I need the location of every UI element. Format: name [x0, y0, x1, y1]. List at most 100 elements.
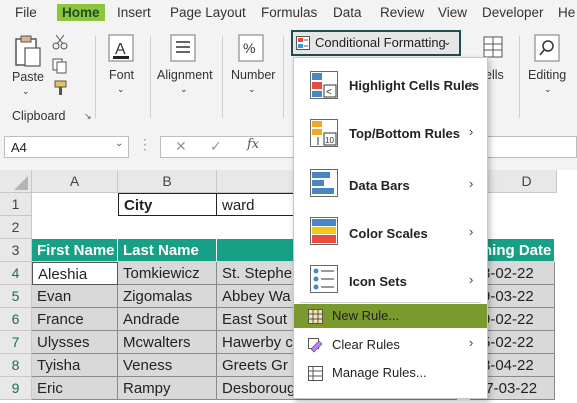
conditional-formatting-label: Conditional Formatting [315, 35, 446, 50]
eraser-icon [308, 338, 323, 353]
row-header-2[interactable]: 2 [0, 216, 32, 239]
name-box[interactable]: A4 [4, 136, 129, 158]
number-format-icon[interactable]: % [238, 34, 264, 62]
menu-item-label: New Rule... [332, 308, 400, 323]
select-all-corner[interactable] [0, 170, 32, 193]
paste-label[interactable]: Paste [12, 70, 44, 84]
cut-icon[interactable] [52, 34, 68, 50]
tab-file[interactable]: File [15, 5, 37, 20]
conditional-formatting-icon [296, 35, 310, 50]
svg-text:<: < [326, 87, 332, 98]
menu-bar: File Home Insert Page Layout Formulas Da… [0, 0, 577, 28]
paste-dropdown-icon[interactable]: ⌄ [22, 86, 30, 97]
menu-item-color-scales[interactable]: Color Scales › [294, 210, 487, 254]
tab-formulas[interactable]: Formulas [261, 5, 317, 20]
svg-text:%: % [243, 40, 255, 56]
row-header-8[interactable]: 8 [0, 354, 32, 377]
formula-bar-grip-icon[interactable]: ⋮ [138, 136, 152, 153]
tab-home[interactable]: Home [57, 4, 105, 21]
number-dropdown-icon[interactable]: ⌄ [248, 84, 256, 95]
tab-insert[interactable]: Insert [117, 5, 151, 20]
row-header-1[interactable]: 1 [0, 193, 32, 216]
editing-dropdown-icon[interactable]: ⌄ [544, 84, 552, 95]
cell-a3[interactable]: First Name [32, 239, 118, 262]
menu-item-label: Icon Sets [349, 274, 407, 289]
font-dropdown-icon[interactable]: ⌄ [117, 84, 125, 95]
row-header-6[interactable]: 6 [0, 308, 32, 331]
menu-item-label: Clear Rules [332, 337, 400, 352]
conditional-formatting-button[interactable]: Conditional Formatting ⌄ [291, 30, 461, 56]
data-bars-icon [310, 169, 338, 197]
cell-a7[interactable]: Ulysses [32, 331, 118, 354]
highlight-cells-icon: < [310, 71, 338, 99]
menu-item-label: Color Scales [349, 226, 428, 241]
alignment-dropdown-icon[interactable]: ⌄ [180, 84, 188, 95]
cancel-icon[interactable]: ✕ [175, 138, 187, 155]
number-group-label[interactable]: Number [231, 68, 275, 82]
menu-item-label: Top/Bottom Rules [349, 126, 460, 141]
font-icon[interactable]: A [108, 34, 134, 62]
submenu-arrow-icon: › [469, 335, 474, 350]
cell-b3[interactable]: Last Name [118, 239, 217, 262]
cell-a8[interactable]: Tyisha [32, 354, 118, 377]
manage-rules-icon [308, 366, 323, 381]
conditional-formatting-menu: < Highlight Cells Rules › 10 Top/Bottom … [293, 57, 488, 399]
tab-review[interactable]: Review [380, 5, 424, 20]
clipboard-launcher-icon[interactable]: ↘ [84, 111, 92, 122]
cell-b7[interactable]: Mcwalters [118, 331, 217, 354]
name-box-dropdown-icon[interactable]: ⌄ [115, 138, 123, 149]
tab-view[interactable]: View [438, 5, 467, 20]
cell-a6[interactable]: France [32, 308, 118, 331]
fx-icon[interactable]: fx [247, 137, 259, 152]
cell-b5[interactable]: Zigomalas [118, 285, 217, 308]
menu-item-data-bars[interactable]: Data Bars › [294, 162, 487, 206]
color-scales-icon [310, 217, 338, 245]
font-group-label[interactable]: Font [109, 68, 134, 82]
menu-item-top-bottom-rules[interactable]: 10 Top/Bottom Rules › [294, 112, 487, 156]
cell-b6[interactable]: Andrade [118, 308, 217, 331]
chevron-down-icon: ⌄ [443, 37, 452, 48]
menu-item-manage-rules[interactable]: Manage Rules... [294, 361, 487, 385]
column-header-b[interactable]: B [118, 170, 217, 193]
row-header-4[interactable]: 4 [0, 262, 32, 285]
cell-b9[interactable]: Rampy [118, 377, 217, 400]
menu-item-label: Highlight Cells Rules [349, 78, 480, 93]
row-header-3[interactable]: 3 [0, 239, 32, 262]
tab-help[interactable]: He [558, 5, 575, 20]
menu-item-clear-rules[interactable]: Clear Rules › [294, 333, 487, 357]
menu-item-highlight-cells-rules[interactable]: < Highlight Cells Rules › [294, 64, 487, 108]
row-header-5[interactable]: 5 [0, 285, 32, 308]
cell-b8[interactable]: Veness [118, 354, 217, 377]
row-header-9[interactable]: 9 [0, 377, 32, 400]
row-header-7[interactable]: 7 [0, 331, 32, 354]
cell-a5[interactable]: Evan [32, 285, 118, 308]
cell-b4[interactable]: Tomkiewicz [118, 262, 217, 285]
svg-text:10: 10 [325, 136, 334, 145]
format-painter-icon[interactable] [52, 80, 68, 96]
submenu-arrow-icon: › [469, 124, 474, 139]
icon-sets-icon [310, 265, 338, 293]
cell-a4[interactable]: Aleshia [32, 262, 118, 285]
tab-page-layout[interactable]: Page Layout [170, 5, 246, 20]
copy-icon[interactable] [52, 58, 68, 74]
search-icon[interactable] [534, 34, 560, 62]
tab-developer[interactable]: Developer [482, 5, 544, 20]
enter-icon[interactable]: ✓ [210, 138, 222, 155]
svg-text:A: A [115, 41, 126, 58]
submenu-arrow-icon: › [469, 224, 474, 239]
tab-data[interactable]: Data [333, 5, 362, 20]
cell-b1[interactable]: City [118, 193, 217, 216]
cell-a9[interactable]: Eric [32, 377, 118, 400]
paste-icon[interactable] [12, 34, 42, 68]
alignment-group-label[interactable]: Alignment [157, 68, 213, 82]
editing-group-label[interactable]: Editing [528, 68, 566, 82]
column-header-a[interactable]: A [32, 170, 118, 193]
submenu-arrow-icon: › [469, 272, 474, 287]
alignment-icon[interactable] [170, 34, 196, 62]
submenu-arrow-icon: › [469, 176, 474, 191]
cells-icon[interactable] [483, 36, 503, 58]
top-bottom-icon: 10 [310, 119, 338, 147]
menu-item-icon-sets[interactable]: Icon Sets › [294, 258, 487, 302]
menu-divider [300, 302, 481, 303]
menu-item-new-rule[interactable]: New Rule... [294, 304, 487, 328]
